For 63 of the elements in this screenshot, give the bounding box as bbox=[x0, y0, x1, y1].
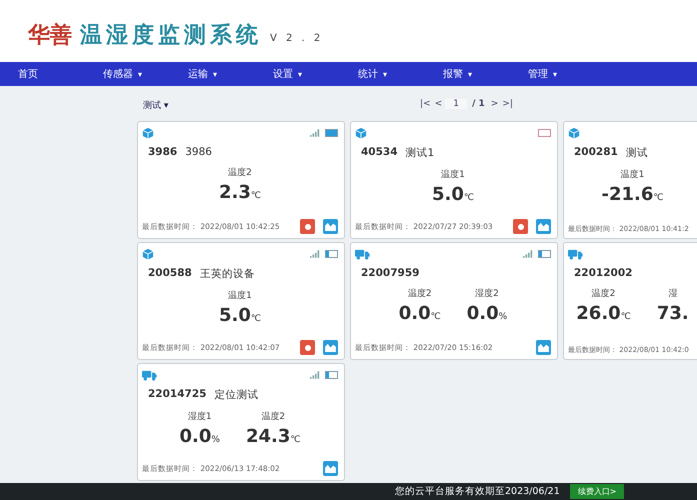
chart-button[interactable] bbox=[323, 219, 338, 234]
reading-value: 2.3℃ bbox=[219, 182, 261, 203]
first-page-button[interactable]: |< bbox=[419, 99, 432, 109]
nav-menu-item[interactable]: 传感器 ▾ bbox=[103, 67, 188, 81]
reading-label: 湿度1 bbox=[188, 410, 212, 423]
reading-label: 温度1 bbox=[228, 290, 252, 302]
page-total: / 1 bbox=[471, 99, 486, 109]
page-field[interactable]: 1 bbox=[445, 99, 468, 109]
device-name: 测试 bbox=[626, 146, 648, 160]
next-page-button[interactable]: > bbox=[490, 99, 500, 109]
nav-menu-item[interactable]: 统计 ▾ bbox=[358, 67, 443, 81]
prev-page-button[interactable]: < bbox=[434, 99, 444, 109]
reading-label: 温度2 bbox=[261, 410, 286, 423]
chart-button[interactable] bbox=[323, 340, 338, 355]
nav-menu-item[interactable]: 设置 ▾ bbox=[273, 67, 358, 81]
reading-value: 0.0% bbox=[466, 303, 508, 324]
nav-menu-item[interactable]: 首页 bbox=[18, 67, 103, 81]
reading-value: 24.3℃ bbox=[246, 426, 300, 447]
reading-label: 温度2 bbox=[592, 288, 616, 300]
device-name: 定位测试 bbox=[214, 388, 258, 402]
device-name: 测试1 bbox=[406, 146, 434, 160]
reading-value: 0.0% bbox=[180, 426, 220, 447]
service-expiry-notice: 您的云平台服务有效期至2023/06/21 bbox=[395, 485, 560, 498]
device-id: 200281 bbox=[574, 146, 618, 160]
device-id: 200588 bbox=[148, 267, 192, 281]
device-id: 22014725 bbox=[148, 388, 206, 402]
battery-icon bbox=[325, 250, 338, 258]
reading-label: 温度1 bbox=[620, 168, 644, 181]
battery-icon bbox=[325, 371, 338, 379]
reading-value: 5.0℃ bbox=[432, 184, 474, 205]
app-title: 温湿度监测系统 bbox=[80, 22, 262, 50]
reading-value: 26.0℃ bbox=[576, 303, 631, 324]
device-id: 22007959 bbox=[361, 267, 420, 279]
alarm-button[interactable] bbox=[300, 219, 315, 234]
nav-menu-item[interactable]: 报警 ▾ bbox=[443, 67, 528, 81]
brand-logo-text: 华善 bbox=[28, 22, 72, 50]
alarm-button[interactable] bbox=[513, 219, 528, 234]
reading-label: 湿 bbox=[668, 288, 678, 300]
device-name: 王英的设备 bbox=[200, 267, 255, 281]
alarm-button[interactable] bbox=[300, 340, 315, 355]
renew-button[interactable]: 续费入口> bbox=[570, 484, 624, 499]
nav-menu-item[interactable]: 管理 ▾ bbox=[528, 67, 613, 81]
reading-label: 湿度2 bbox=[475, 288, 499, 300]
reading-value: -21.6℃ bbox=[602, 184, 664, 205]
reading-value: 0.0℃ bbox=[398, 303, 441, 324]
group-dropdown[interactable]: 测试 ▾ bbox=[137, 99, 168, 112]
device-id: 22012002 bbox=[574, 267, 632, 279]
battery-icon bbox=[325, 129, 338, 137]
battery-icon bbox=[538, 250, 551, 258]
chart-button[interactable] bbox=[536, 340, 551, 355]
device-id: 40534 bbox=[361, 146, 398, 160]
reading-value: 5.0℃ bbox=[219, 305, 261, 326]
chart-button[interactable] bbox=[536, 219, 551, 234]
device-id: 3986 bbox=[148, 146, 178, 158]
chart-button[interactable] bbox=[323, 461, 338, 476]
reading-label: 温度2 bbox=[228, 166, 252, 179]
last-page-button[interactable]: >| bbox=[501, 99, 514, 109]
reading-value: 73. bbox=[656, 303, 689, 324]
version-label: V 2 . 2 bbox=[270, 32, 324, 44]
reading-label: 温度2 bbox=[408, 288, 432, 300]
nav-menu-item[interactable]: 运输 ▾ bbox=[188, 67, 273, 81]
device-name: 3986 bbox=[185, 146, 212, 158]
reading-label: 温度1 bbox=[441, 168, 465, 181]
